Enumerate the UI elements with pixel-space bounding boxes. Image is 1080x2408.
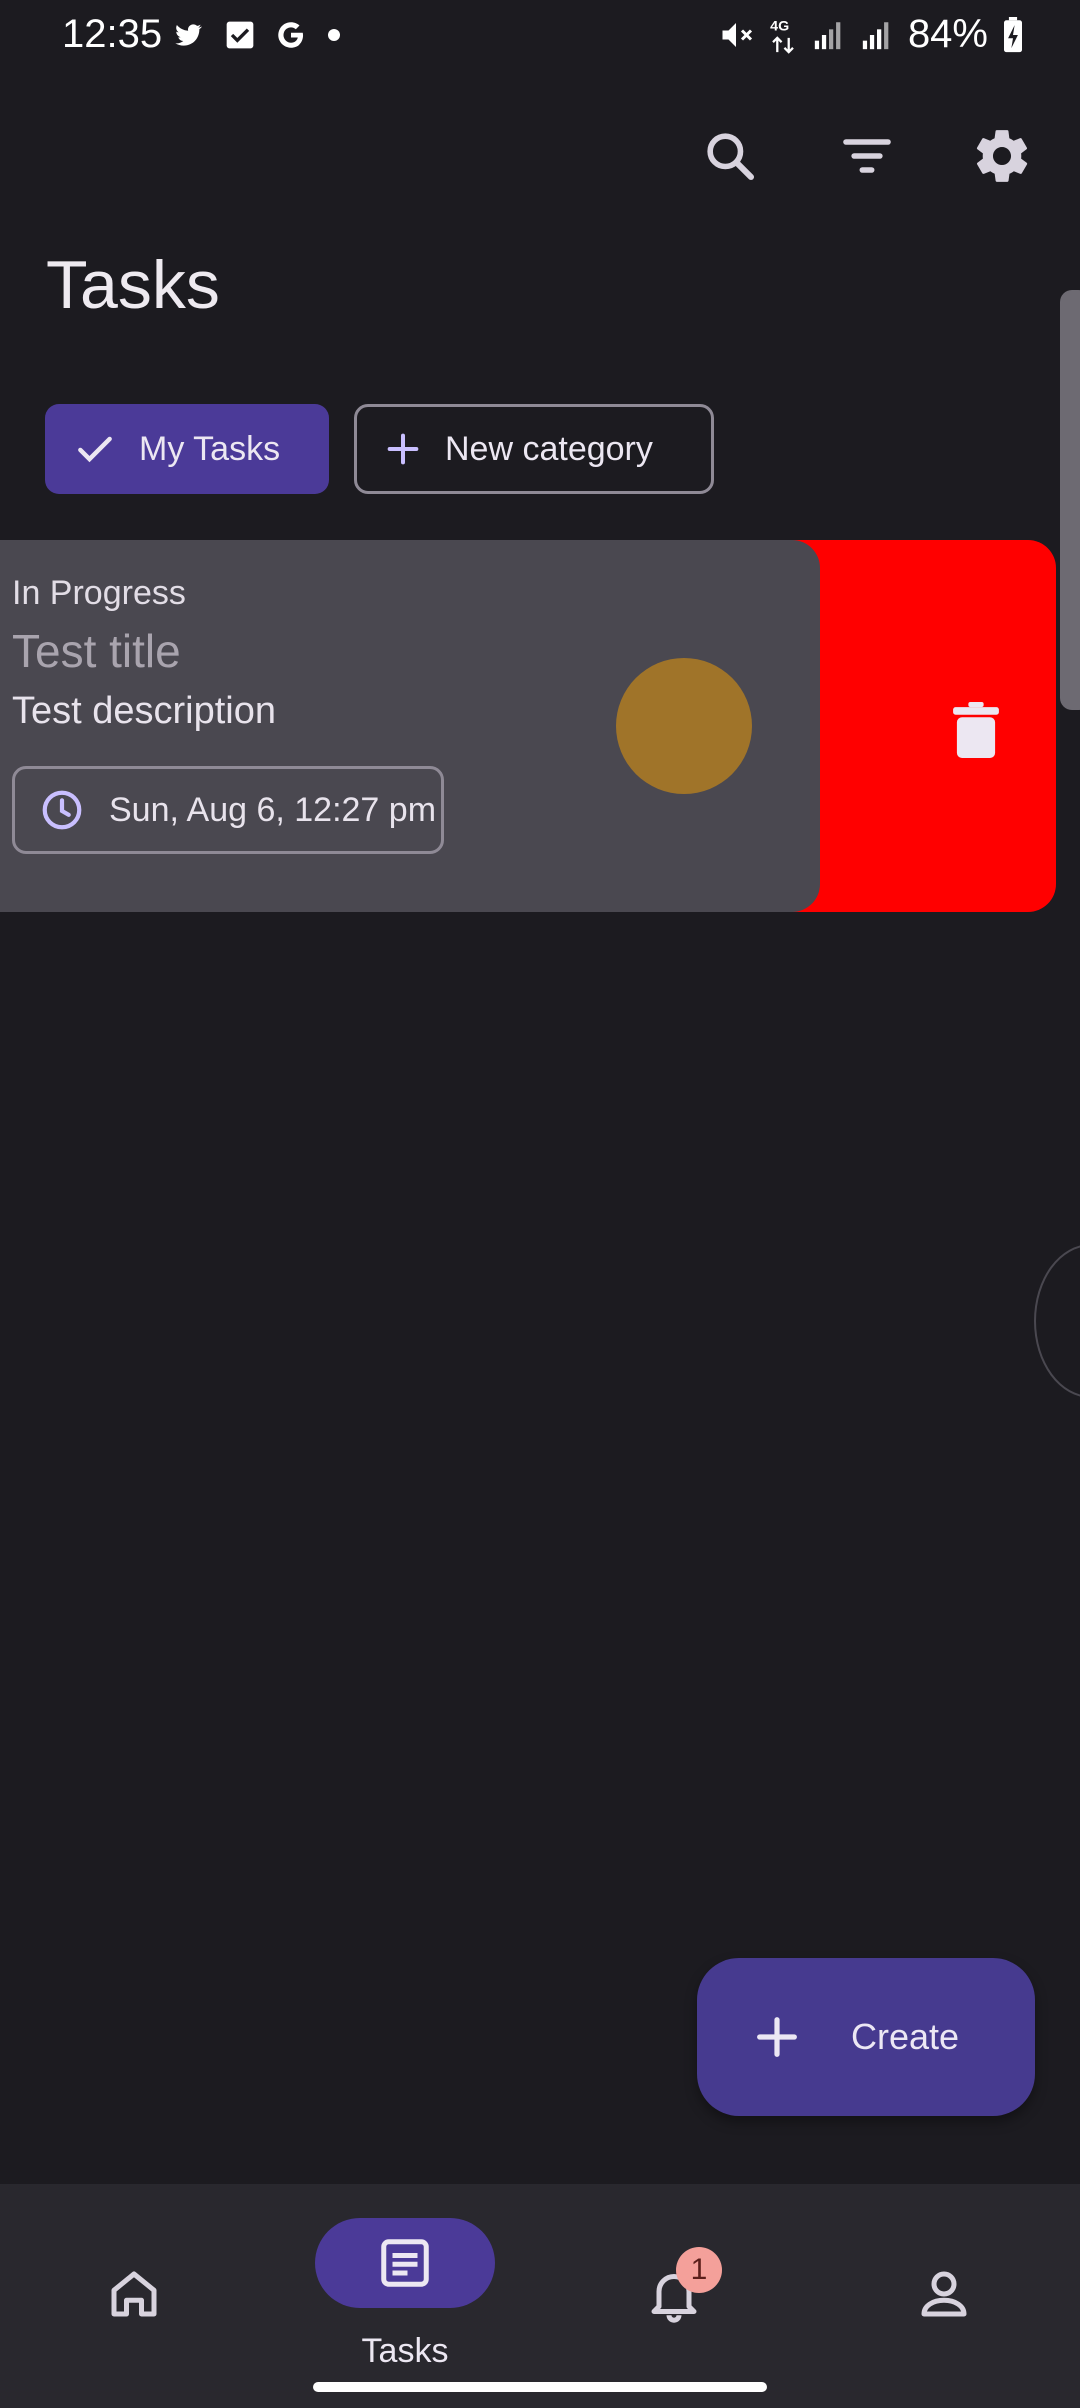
category-chip-my-tasks[interactable]: My Tasks: [45, 404, 329, 494]
battery-charging-icon: [1004, 16, 1022, 52]
due-date-text: Sun, Aug 6, 12:27 pm: [109, 790, 437, 829]
battery-percent: 84%: [907, 12, 988, 56]
edge-panel-handle[interactable]: [1060, 290, 1080, 710]
dot-icon: [328, 29, 340, 41]
signal-icon: [862, 21, 889, 49]
4g-icon: 4G: [770, 18, 794, 54]
due-date-chip[interactable]: Sun, Aug 6, 12:27 pm: [12, 766, 444, 854]
status-bar: 12:35 4G 84%: [0, 0, 1080, 72]
notification-icons: [170, 18, 342, 52]
home-icon: [111, 2271, 157, 2317]
twitter-icon: [175, 24, 202, 46]
system-icons: 4G 84%: [718, 12, 1024, 57]
gesture-navigation-bar[interactable]: [313, 2382, 767, 2392]
chip-label: My Tasks: [139, 429, 281, 468]
delete-icon: [953, 702, 999, 758]
fab-label: Create: [851, 2016, 960, 2057]
search-icon: [707, 133, 755, 181]
filter-icon: [843, 139, 891, 173]
plus-icon: [387, 433, 419, 465]
mute-icon: [722, 22, 752, 47]
page-title: Tasks: [46, 247, 220, 323]
task-status: In Progress: [12, 574, 186, 612]
edge-scroll-indicator: [1034, 1244, 1080, 1398]
nav-item-notifications[interactable]: [540, 2184, 810, 2408]
check-icon: [78, 436, 112, 463]
plus-icon: [757, 2017, 797, 2057]
settings-icon: [976, 130, 1028, 182]
google-icon: [278, 22, 304, 48]
create-task-button[interactable]: Create: [697, 1958, 1035, 2116]
task-color-indicator: [616, 658, 752, 794]
nav-item-profile[interactable]: [810, 2184, 1080, 2408]
clock-icon: [42, 790, 82, 830]
task-description: Test description: [12, 690, 277, 732]
notification-badge: 1: [676, 2247, 722, 2293]
checkbox-icon: [226, 21, 254, 49]
filter-button[interactable]: [827, 116, 907, 196]
search-button[interactable]: [690, 116, 770, 196]
delete-button[interactable]: [936, 690, 1016, 770]
task-card[interactable]: In Progress Test title Test description …: [0, 540, 820, 912]
nav-item-tasks-label: Tasks: [361, 2332, 449, 2370]
task-title: Test title: [12, 625, 181, 677]
signal-icon: [814, 21, 841, 49]
svg-text:4G: 4G: [770, 18, 789, 34]
chip-label: New category: [445, 429, 653, 468]
tasks-screen: 12:35 4G 84% Tasks My Tasks New category…: [0, 0, 1080, 2408]
nav-item-home[interactable]: [0, 2184, 270, 2408]
tasks-icon: [381, 2239, 429, 2287]
status-time: 12:35: [62, 12, 163, 56]
new-category-chip[interactable]: New category: [354, 404, 714, 494]
settings-button[interactable]: [962, 116, 1042, 196]
person-icon: [921, 2271, 967, 2317]
